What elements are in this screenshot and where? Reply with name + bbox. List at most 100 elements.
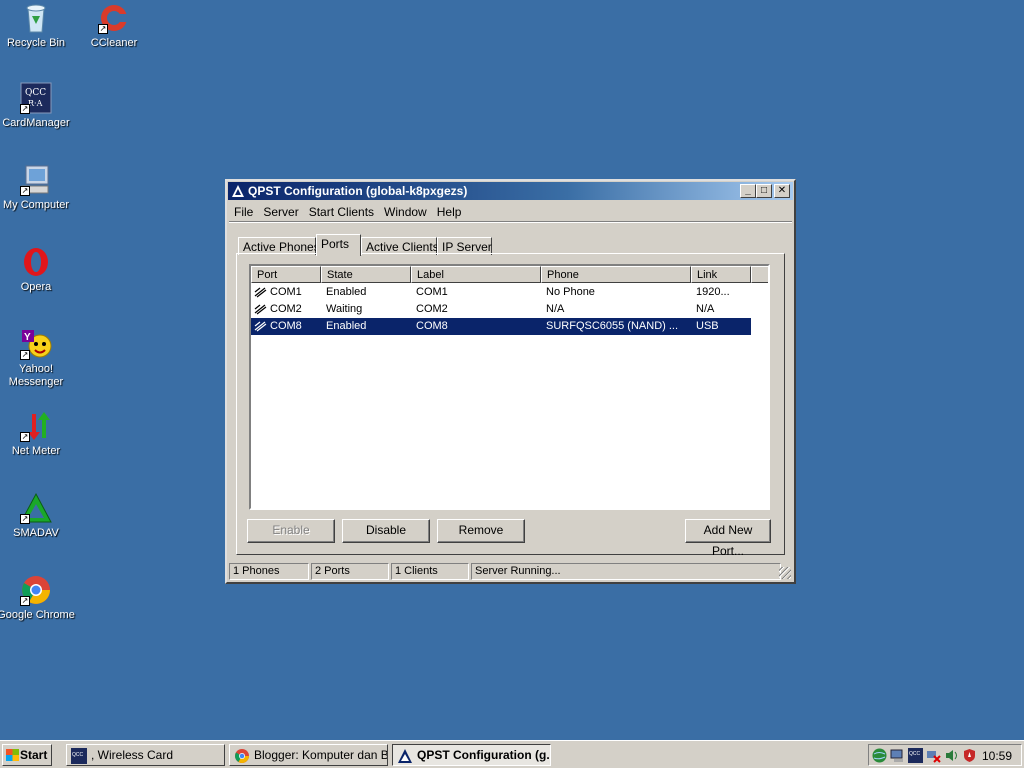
qpst-app-icon bbox=[397, 748, 413, 764]
yahoo-messenger-icon: Y ↗ bbox=[20, 328, 52, 360]
task-label: Blogger: Komputer dan B... bbox=[254, 748, 388, 762]
add-new-port-button[interactable]: Add New Port... bbox=[685, 519, 771, 558]
ccleaner-icon: ↗ bbox=[98, 2, 130, 34]
maximize-button[interactable]: □ bbox=[756, 184, 772, 198]
desktop-icon-label: My Computer bbox=[2, 199, 70, 211]
table-row[interactable]: COM2 Waiting COM2 N/A N/A bbox=[251, 301, 751, 318]
cell-state: Waiting bbox=[326, 303, 363, 315]
column-header-port[interactable]: Port bbox=[251, 266, 321, 283]
enable-button[interactable]: Enable bbox=[247, 519, 335, 543]
serial-port-icon bbox=[254, 286, 267, 298]
cell-phone: N/A bbox=[546, 303, 565, 315]
cell-state: Enabled bbox=[326, 286, 367, 298]
task-label: QPST Configuration (g... bbox=[417, 748, 551, 762]
desktop-icon-label: Net Meter bbox=[11, 445, 61, 457]
shortcut-arrow-icon: ↗ bbox=[20, 350, 30, 360]
desktop-icon-yahoo-messenger[interactable]: Y ↗ Yahoo! Messenger bbox=[0, 328, 76, 389]
desktop-icon-ccleaner[interactable]: ↗ CCleaner bbox=[74, 2, 154, 50]
cell-label: COM1 bbox=[416, 286, 448, 298]
qpst-configuration-window: QPST Configuration (global-k8pxgezs) _ □… bbox=[225, 179, 796, 584]
my-computer-icon: ↗ bbox=[20, 164, 52, 196]
desktop-icon-label: Opera bbox=[20, 281, 52, 293]
taskbar: Start QCC , Wireless Card Blogger: Kompu… bbox=[0, 740, 1024, 768]
desktop-icon-label: SMADAV bbox=[13, 527, 59, 539]
desktop-icon-label: CCleaner bbox=[90, 37, 138, 49]
speaker-tray-icon[interactable] bbox=[944, 748, 959, 763]
column-header-label[interactable]: Label bbox=[411, 266, 541, 283]
desktop-icon-opera[interactable]: Opera bbox=[0, 246, 76, 294]
desktop-icon-cardmanager[interactable]: QCC R·A ↗ CardManager bbox=[0, 82, 76, 130]
desktop-icon-label: Yahoo! Messenger bbox=[8, 363, 64, 388]
menu-window[interactable]: Window bbox=[379, 202, 432, 222]
svg-text:R·A: R·A bbox=[28, 99, 43, 108]
shortcut-arrow-icon: ↗ bbox=[20, 596, 30, 606]
task-button-cardmanager[interactable]: QCC , Wireless Card bbox=[66, 744, 225, 766]
disconnected-network-icon[interactable] bbox=[926, 748, 941, 763]
disable-button[interactable]: Disable bbox=[342, 519, 430, 543]
menu-separator bbox=[229, 221, 792, 223]
remove-button[interactable]: Remove bbox=[437, 519, 525, 543]
menu-help[interactable]: Help bbox=[432, 202, 467, 222]
shortcut-arrow-icon: ↗ bbox=[20, 186, 30, 196]
menu-server[interactable]: Server bbox=[258, 202, 303, 222]
antivirus-shield-icon[interactable] bbox=[962, 748, 977, 763]
menu-bar: File Server Start Clients Window Help bbox=[229, 202, 792, 221]
shortcut-arrow-icon: ↗ bbox=[20, 104, 30, 114]
windows-logo-icon bbox=[6, 749, 19, 761]
status-clients: 1 Clients bbox=[391, 563, 469, 580]
svg-text:QCC: QCC bbox=[909, 751, 921, 757]
desktop-icon-label: CardManager bbox=[2, 117, 70, 129]
shortcut-arrow-icon: ↗ bbox=[20, 432, 30, 442]
task-label: , Wireless Card bbox=[91, 748, 174, 762]
column-header-state[interactable]: State bbox=[321, 266, 411, 283]
google-chrome-icon bbox=[234, 748, 250, 764]
desktop-icon-smadav[interactable]: ↗ SMADAV bbox=[0, 492, 76, 540]
cardmanager-tray-icon[interactable]: QCC bbox=[908, 748, 923, 763]
cardmanager-icon: QCC bbox=[71, 748, 87, 764]
google-chrome-icon: ↗ bbox=[20, 574, 52, 606]
opera-icon bbox=[20, 246, 52, 278]
list-header: Port State Label Phone Link bbox=[251, 266, 768, 283]
cell-port: COM2 bbox=[270, 303, 302, 315]
menu-start-clients[interactable]: Start Clients bbox=[304, 202, 379, 222]
desktop-icon-my-computer[interactable]: ↗ My Computer bbox=[0, 164, 76, 212]
tab-ports[interactable]: Ports bbox=[316, 234, 361, 256]
system-tray: QCC 10:59 bbox=[868, 744, 1022, 766]
cell-port: COM8 bbox=[270, 320, 302, 332]
smadav-icon: ↗ bbox=[20, 492, 52, 524]
menu-file[interactable]: File bbox=[229, 202, 258, 222]
start-button[interactable]: Start bbox=[2, 744, 52, 766]
task-button-chrome[interactable]: Blogger: Komputer dan B... bbox=[229, 744, 388, 766]
clock[interactable]: 10:59 bbox=[982, 749, 1012, 763]
shortcut-arrow-icon: ↗ bbox=[98, 24, 108, 34]
network-globe-icon[interactable] bbox=[872, 748, 887, 763]
desktop-icon-label: Google Chrome bbox=[0, 609, 75, 621]
status-server: Server Running... bbox=[471, 563, 781, 580]
minimize-button[interactable]: _ bbox=[740, 184, 756, 198]
desktop-icon-google-chrome[interactable]: ↗ Google Chrome bbox=[0, 574, 76, 622]
svg-text:QCC: QCC bbox=[72, 752, 84, 758]
cell-port: COM1 bbox=[270, 286, 302, 298]
close-button[interactable]: ✕ bbox=[774, 184, 790, 198]
column-header-filler bbox=[751, 266, 768, 283]
computer-tray-icon[interactable] bbox=[890, 748, 905, 763]
svg-text:QCC: QCC bbox=[25, 88, 46, 98]
column-header-link[interactable]: Link bbox=[691, 266, 751, 283]
desktop-icon-net-meter[interactable]: ↗ Net Meter bbox=[0, 410, 76, 458]
cardmanager-icon: QCC R·A ↗ bbox=[20, 82, 52, 114]
resize-grip[interactable] bbox=[779, 567, 791, 579]
task-button-qpst[interactable]: QPST Configuration (g... bbox=[392, 744, 551, 766]
column-header-phone[interactable]: Phone bbox=[541, 266, 691, 283]
window-titlebar[interactable]: QPST Configuration (global-k8pxgezs) _ □… bbox=[228, 182, 793, 200]
table-row-selected[interactable]: COM8 Enabled COM8 SURFQSC6055 (NAND) ...… bbox=[251, 318, 751, 335]
cell-link: N/A bbox=[696, 303, 715, 315]
cell-phone: SURFQSC6055 (NAND) ... bbox=[546, 320, 679, 332]
cell-label: COM2 bbox=[416, 303, 448, 315]
table-row[interactable]: COM1 Enabled COM1 No Phone 1920... bbox=[251, 284, 751, 301]
cell-link: 1920... bbox=[696, 286, 730, 298]
start-label: Start bbox=[20, 748, 48, 762]
serial-port-icon bbox=[254, 303, 267, 315]
ports-list[interactable]: Port State Label Phone Link COM1 Enabled… bbox=[249, 264, 770, 510]
window-title: QPST Configuration (global-k8pxgezs) bbox=[248, 184, 468, 198]
desktop-icon-recycle-bin[interactable]: Recycle Bin bbox=[0, 2, 76, 50]
